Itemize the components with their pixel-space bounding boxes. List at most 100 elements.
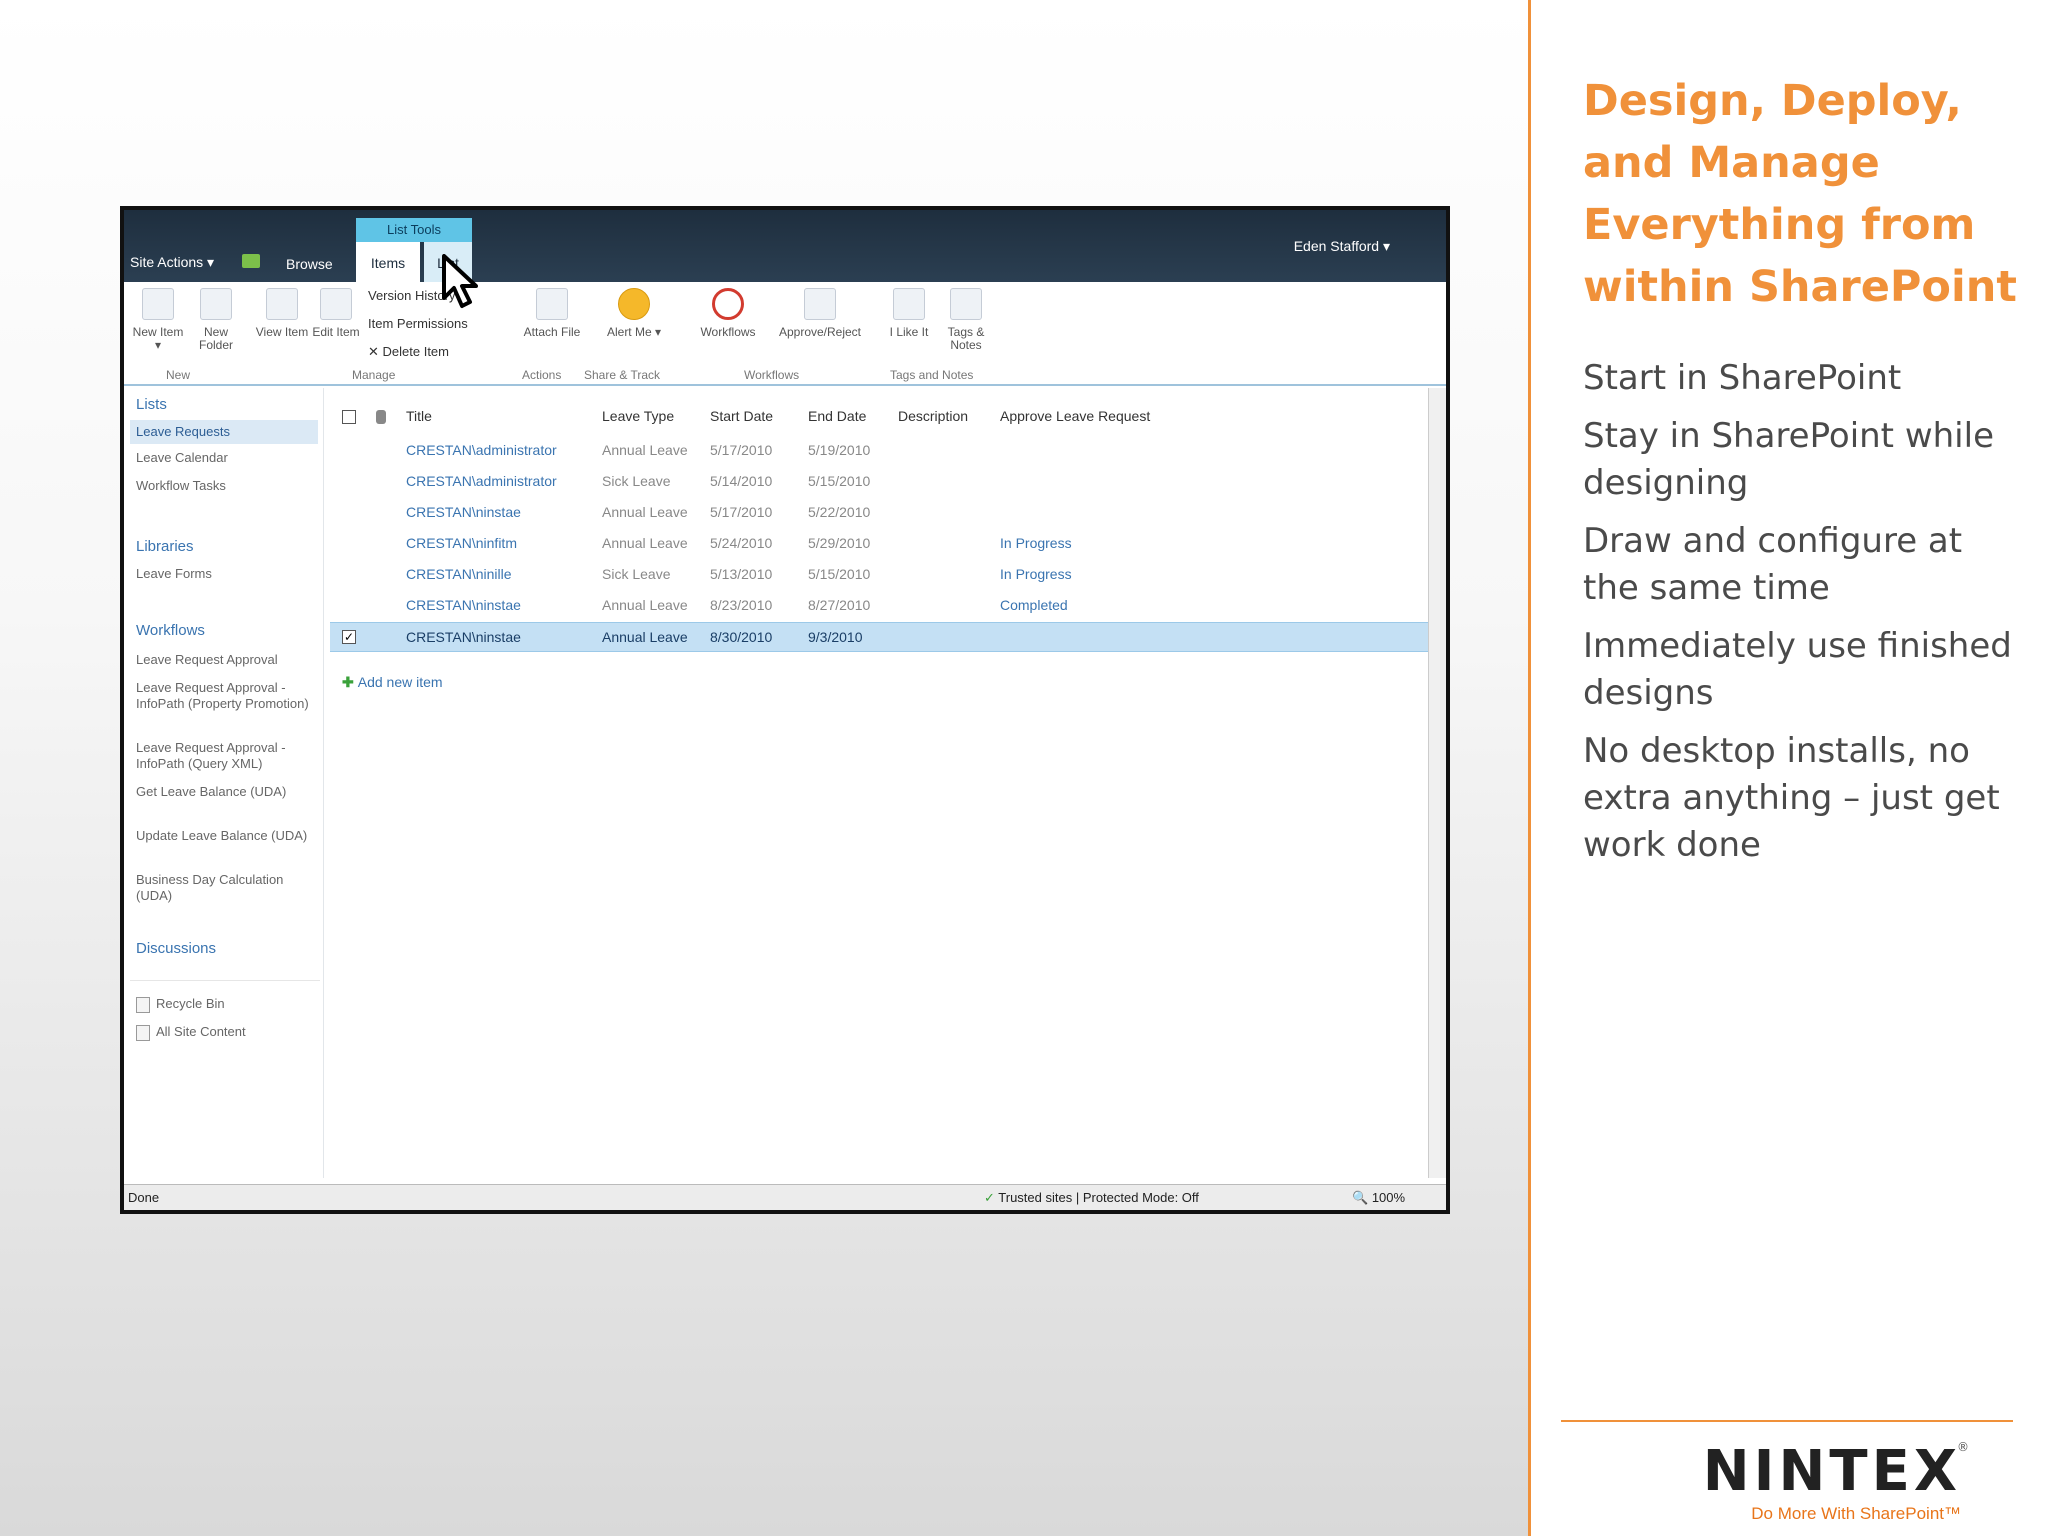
table-row-selected[interactable]: ✓ CRESTAN\ninstae Annual Leave 8/30/2010… xyxy=(330,622,1430,652)
edit-item-icon xyxy=(320,288,352,320)
zoom-level[interactable]: 🔍 100% xyxy=(1352,1190,1405,1206)
table-row[interactable]: CRESTAN\ninfitm Annual Leave 5/24/2010 5… xyxy=(330,529,1430,559)
cell-approve[interactable]: In Progress xyxy=(1000,535,1072,551)
nav-item-workflow[interactable]: Get Leave Balance (UDA) xyxy=(136,784,320,800)
recycle-bin-icon xyxy=(136,996,150,1013)
view-item-icon xyxy=(266,288,298,320)
view-item-button[interactable]: View Item xyxy=(252,288,312,339)
cell-end-date: 5/15/2010 xyxy=(808,566,871,582)
mouse-cursor-icon xyxy=(442,254,478,308)
nav-divider xyxy=(130,980,320,981)
all-site-content-link[interactable]: All Site Content xyxy=(136,1024,320,1041)
item-permissions-button[interactable]: Item Permissions xyxy=(368,316,468,331)
sharepoint-topbar: List Tools Site Actions ▾ Browse Items L… xyxy=(124,210,1446,282)
select-all-checkbox[interactable] xyxy=(342,410,356,424)
cell-end-date: 5/19/2010 xyxy=(808,442,871,458)
bullet-list: Start in SharePoint Stay in SharePoint w… xyxy=(1583,355,2023,880)
column-header-description[interactable]: Description xyxy=(898,408,968,424)
cell-approve[interactable]: In Progress xyxy=(1000,566,1072,582)
nav-lists-heading[interactable]: Lists xyxy=(136,396,167,413)
tags-icon xyxy=(950,288,982,320)
edit-item-button[interactable]: Edit Item xyxy=(306,288,366,339)
nav-item-workflow[interactable]: Leave Request Approval - InfoPath (Query… xyxy=(136,740,320,772)
list-tools-label: List Tools xyxy=(356,218,472,242)
column-header-end-date[interactable]: End Date xyxy=(808,408,866,424)
column-header-approve[interactable]: Approve Leave Request xyxy=(1000,408,1150,424)
cell-title[interactable]: CRESTAN\ninstae xyxy=(406,597,521,613)
ribbon-group-manage: Manage xyxy=(352,368,396,382)
row-checkbox-checked[interactable]: ✓ xyxy=(342,630,356,644)
new-folder-icon xyxy=(200,288,232,320)
tab-browse[interactable]: Browse xyxy=(286,256,333,272)
nav-item-leave-requests[interactable]: Leave Requests xyxy=(130,420,318,444)
logo-tagline: Do More With SharePoint™ xyxy=(1751,1504,1961,1523)
cell-title[interactable]: CRESTAN\ninfitm xyxy=(406,535,517,551)
cell-title[interactable]: CRESTAN\ninstae xyxy=(406,504,521,520)
bullet-item: Start in SharePoint xyxy=(1583,358,1902,398)
magnifier-icon: 🔍 xyxy=(1352,1190,1372,1205)
plus-icon: ✚ xyxy=(342,674,354,690)
nav-item-workflow[interactable]: Update Leave Balance (UDA) xyxy=(136,828,320,844)
new-folder-button[interactable]: New Folder xyxy=(186,288,246,352)
user-menu[interactable]: Eden Stafford ▾ xyxy=(1294,238,1390,255)
alert-me-button[interactable]: Alert Me ▾ xyxy=(604,288,664,339)
cell-title[interactable]: CRESTAN\ninstae xyxy=(406,629,521,645)
nav-libraries-heading[interactable]: Libraries xyxy=(136,538,194,555)
navigate-up-icon[interactable] xyxy=(242,254,260,268)
workflow-icon xyxy=(712,288,744,320)
approve-reject-icon xyxy=(804,288,836,320)
cell-start-date: 5/24/2010 xyxy=(710,535,773,551)
i-like-it-button[interactable]: I Like It xyxy=(884,288,934,339)
delete-item-button[interactable]: ✕ Delete Item xyxy=(368,344,449,360)
cell-start-date: 5/17/2010 xyxy=(710,504,773,520)
column-header-title[interactable]: Title xyxy=(406,408,432,424)
slide-left-panel: List Tools Site Actions ▾ Browse Items L… xyxy=(0,0,1528,1536)
workflows-button[interactable]: Workflows xyxy=(690,288,766,339)
quick-launch: Lists Leave Requests Leave Calendar Work… xyxy=(124,388,324,1178)
recycle-bin-link[interactable]: Recycle Bin xyxy=(136,996,320,1013)
cell-leave-type: Sick Leave xyxy=(602,566,671,582)
attach-file-icon xyxy=(536,288,568,320)
attach-file-button[interactable]: Attach File xyxy=(522,288,582,339)
ribbon-group-tags-notes: Tags and Notes xyxy=(890,368,974,382)
cell-title[interactable]: CRESTAN\ninille xyxy=(406,566,512,582)
cell-leave-type: Annual Leave xyxy=(602,597,688,613)
nav-discussions-heading[interactable]: Discussions xyxy=(136,940,216,957)
vertical-scrollbar[interactable] xyxy=(1428,388,1446,1178)
nav-item-workflow[interactable]: Leave Request Approval xyxy=(136,652,320,668)
bullet-item: Draw and configure at the same time xyxy=(1583,521,1963,608)
approve-reject-button[interactable]: Approve/Reject xyxy=(770,288,870,339)
table-row[interactable]: CRESTAN\ninstae Annual Leave 5/17/2010 5… xyxy=(330,498,1430,528)
browser-status-bar: Done ✓ Trusted sites | Protected Mode: O… xyxy=(124,1184,1446,1210)
cell-start-date: 8/23/2010 xyxy=(710,597,773,613)
cell-leave-type: Annual Leave xyxy=(602,442,688,458)
table-row[interactable]: CRESTAN\ninille Sick Leave 5/13/2010 5/1… xyxy=(330,560,1430,590)
nav-item-leave-forms[interactable]: Leave Forms xyxy=(136,566,320,582)
add-new-item-link[interactable]: ✚ Add new item xyxy=(342,674,443,691)
attachment-icon xyxy=(376,410,386,424)
cell-leave-type: Annual Leave xyxy=(602,504,688,520)
ribbon-group-share-track: Share & Track xyxy=(584,368,661,382)
cell-start-date: 5/14/2010 xyxy=(710,473,773,489)
table-row[interactable]: CRESTAN\administrator Sick Leave 5/14/20… xyxy=(330,467,1430,497)
column-header-leave-type[interactable]: Leave Type xyxy=(602,408,674,424)
nav-item-workflow[interactable]: Leave Request Approval - InfoPath (Prope… xyxy=(136,680,320,712)
tags-notes-button[interactable]: Tags & Notes xyxy=(936,288,996,352)
cell-title[interactable]: CRESTAN\administrator xyxy=(406,442,557,458)
status-text: Done xyxy=(128,1190,160,1205)
nav-item-workflow-tasks[interactable]: Workflow Tasks xyxy=(136,478,320,494)
cell-approve[interactable]: Completed xyxy=(1000,597,1068,613)
new-item-button[interactable]: New Item ▾ xyxy=(128,288,188,352)
bullet-item: No desktop installs, no extra anything –… xyxy=(1583,731,2000,865)
table-row[interactable]: CRESTAN\administrator Annual Leave 5/17/… xyxy=(330,436,1430,466)
nav-workflows-heading[interactable]: Workflows xyxy=(136,622,205,639)
cell-title[interactable]: CRESTAN\administrator xyxy=(406,473,557,489)
nav-item-leave-calendar[interactable]: Leave Calendar xyxy=(136,450,320,466)
cell-end-date: 9/3/2010 xyxy=(808,629,863,645)
cell-end-date: 5/15/2010 xyxy=(808,473,871,489)
site-actions-menu[interactable]: Site Actions ▾ xyxy=(130,254,214,271)
column-header-start-date[interactable]: Start Date xyxy=(710,408,773,424)
nav-item-workflow[interactable]: Business Day Calculation (UDA) xyxy=(136,872,320,904)
tab-items[interactable]: Items xyxy=(356,242,420,282)
table-row[interactable]: CRESTAN\ninstae Annual Leave 8/23/2010 8… xyxy=(330,591,1430,621)
